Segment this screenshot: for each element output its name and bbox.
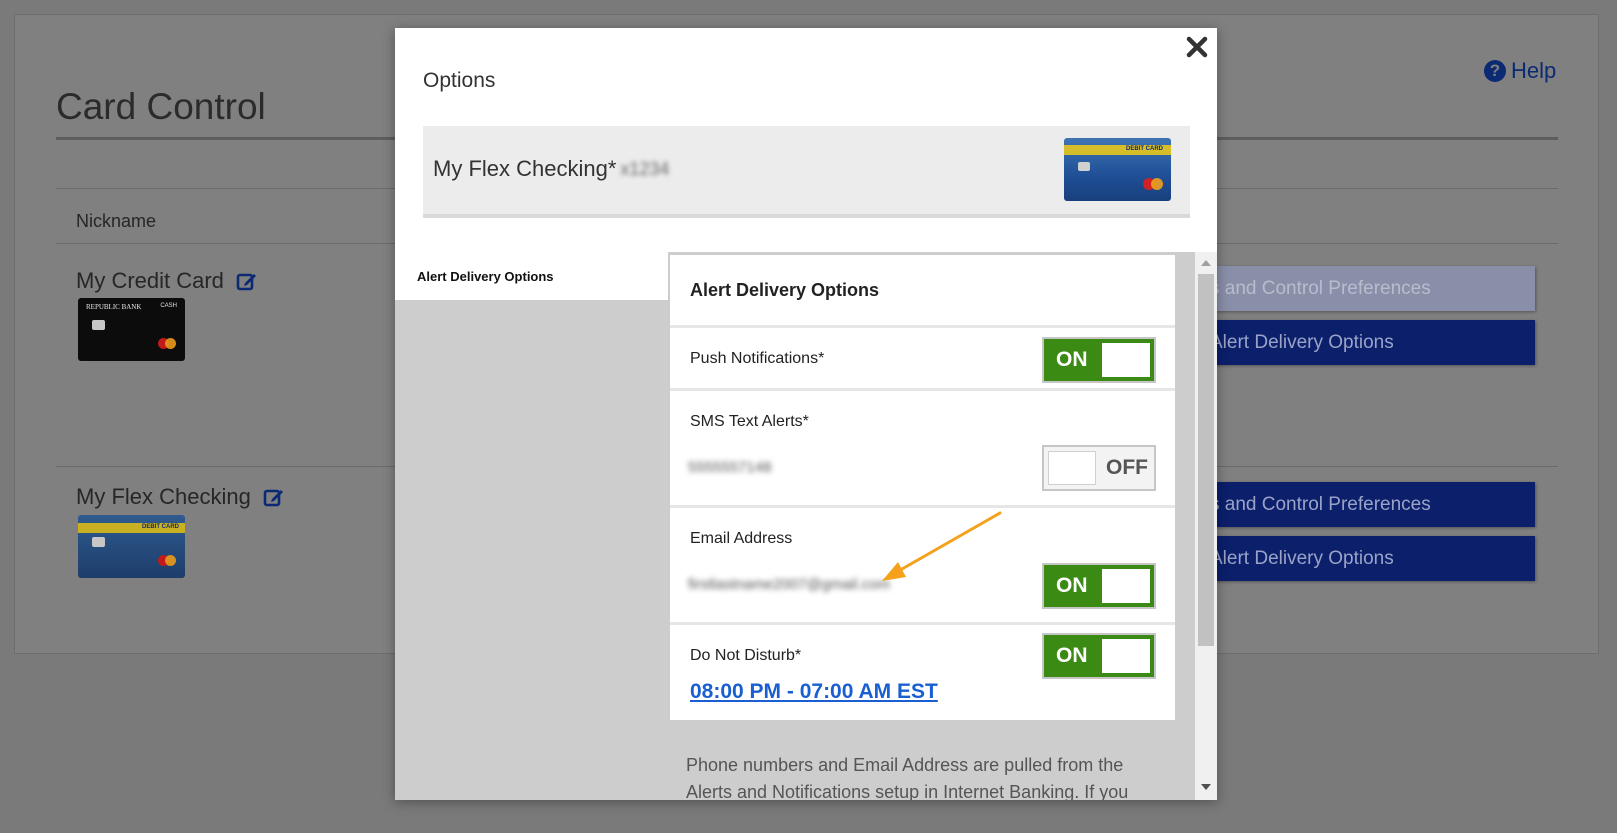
do-not-disturb-toggle[interactable]: ON <box>1042 633 1156 679</box>
card-type-text: DEBIT CARD <box>1126 146 1163 152</box>
help-icon: ? <box>1484 60 1506 82</box>
credit-card-image: REPUBLIC BANK CASH <box>78 298 185 361</box>
account-name: My Flex Checking* x1234 <box>433 156 669 182</box>
toggle-knob <box>1102 569 1150 603</box>
page-title: Card Control <box>56 86 266 127</box>
debit-card-image: DEBIT CARD <box>78 515 185 578</box>
card-type-text: DEBIT CARD <box>142 524 179 530</box>
sms-text-alerts-row: SMS Text Alerts* 5555557148 OFF <box>670 391 1175 508</box>
email-address-row: Email Address firstlastname2007@gmail.co… <box>670 508 1175 625</box>
scroll-up-icon[interactable] <box>1201 260 1211 266</box>
debit-card-image: DEBIT CARD <box>1064 138 1171 201</box>
scroll-down-icon[interactable] <box>1201 784 1211 790</box>
scrollbar[interactable] <box>1195 252 1217 800</box>
options-modal: Options My Flex Checking* x1234 DEBIT CA… <box>395 28 1217 800</box>
push-notifications-row: Push Notifications* ON <box>670 328 1175 391</box>
card-nickname-label: My Flex Checking <box>76 484 251 509</box>
card-nickname: My Flex Checking <box>76 484 285 510</box>
email-alerts-toggle[interactable]: ON <box>1042 563 1156 609</box>
scroll-thumb[interactable] <box>1198 274 1214 646</box>
card-type-text: CASH <box>160 303 177 309</box>
sms-phone-number: 5555557148 <box>688 459 772 476</box>
card-control-preferences-button[interactable]: s and Control Preferences <box>1198 482 1535 527</box>
sms-text-alerts-label: SMS Text Alerts* <box>690 413 809 430</box>
chip-icon <box>1078 162 1090 171</box>
toggle-knob <box>1102 639 1150 673</box>
tab-alert-delivery-options[interactable]: Alert Delivery Options <box>395 252 668 300</box>
footnote-text: Phone numbers and Email Address are pull… <box>686 755 1129 800</box>
edit-icon[interactable] <box>263 486 285 508</box>
section-title: Alert Delivery Options <box>670 255 1175 328</box>
card-control-preferences-button[interactable]: s and Control Preferences <box>1198 266 1535 311</box>
card-bank-text: REPUBLIC BANK <box>86 303 142 311</box>
do-not-disturb-row: Do Not Disturb* ON 08:00 PM - 07:00 AM E… <box>670 625 1175 720</box>
toggle-state: ON <box>1056 574 1088 597</box>
options-content: Alert Delivery Options Push Notification… <box>668 252 1217 800</box>
options-sidebar: Alert Delivery Options <box>395 252 668 800</box>
alert-delivery-options-panel: Alert Delivery Options Push Notification… <box>670 255 1175 720</box>
help-label: Help <box>1511 58 1557 83</box>
toggle-state: ON <box>1056 644 1088 667</box>
toggle-knob <box>1102 343 1150 377</box>
account-name-label: My Flex Checking* <box>433 156 617 181</box>
card-nickname: My Credit Card <box>76 268 258 294</box>
email-address-label: Email Address <box>690 530 793 547</box>
sms-text-alerts-toggle[interactable]: OFF <box>1042 445 1156 491</box>
alert-delivery-options-button[interactable]: Alert Delivery Options <box>1198 536 1535 581</box>
push-notifications-label: Push Notifications* <box>690 350 825 367</box>
masked-account-number: x1234 <box>620 158 670 179</box>
do-not-disturb-label: Do Not Disturb* <box>690 647 802 664</box>
push-notifications-toggle[interactable]: ON <box>1042 337 1156 383</box>
chip-icon <box>92 320 105 330</box>
help-link[interactable]: ? Help <box>1484 58 1556 84</box>
toggle-knob <box>1048 451 1096 485</box>
column-header-nickname: Nickname <box>76 211 157 231</box>
toggle-state: OFF <box>1106 456 1148 479</box>
edit-icon[interactable] <box>236 270 258 292</box>
modal-title: Options <box>423 69 496 92</box>
chip-icon <box>92 537 105 547</box>
email-address-value: firstlastname2007@gmail.com <box>688 576 890 593</box>
do-not-disturb-schedule-link[interactable]: 08:00 PM - 07:00 AM EST <box>690 680 938 704</box>
alert-delivery-options-button[interactable]: Alert Delivery Options <box>1198 320 1535 365</box>
toggle-state: ON <box>1056 348 1088 371</box>
card-nickname-label: My Credit Card <box>76 268 224 293</box>
close-icon[interactable] <box>1184 34 1210 60</box>
account-header: My Flex Checking* x1234 DEBIT CARD <box>423 126 1190 218</box>
